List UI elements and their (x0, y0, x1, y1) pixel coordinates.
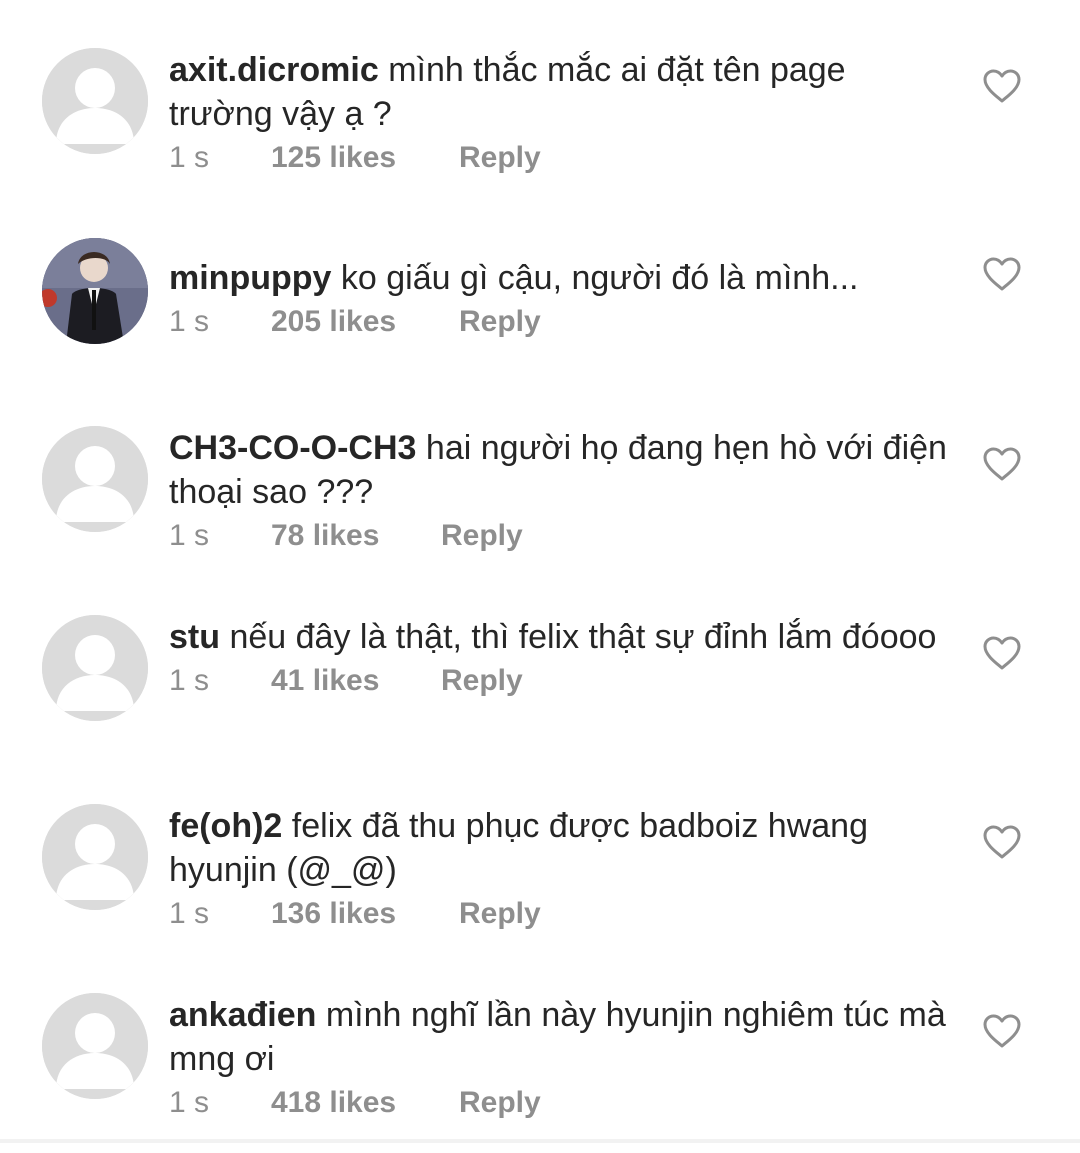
reply-button[interactable]: Reply (441, 516, 523, 556)
comment-item: axit.dicromic mình thắc mắc ai đặt tên p… (0, 48, 1080, 208)
comment-likes[interactable]: 41 likes (271, 661, 441, 701)
avatar[interactable] (42, 48, 148, 154)
profile-photo (42, 238, 148, 344)
comment-meta: 1 s 136 likes Reply (169, 894, 949, 934)
comment-username[interactable]: stu (169, 618, 220, 656)
comment-text-line: CH3-CO-O-CH3 hai người họ đang hẹn hò vớ… (169, 426, 949, 514)
heart-outline-icon[interactable] (982, 256, 1022, 292)
user-silhouette-icon (42, 48, 148, 154)
comment-text-line: ankađien mình nghĩ lần này hyunjin nghiê… (169, 993, 949, 1081)
comment-username[interactable]: ankađien (169, 996, 316, 1034)
reply-button[interactable]: Reply (459, 138, 541, 178)
comment-time: 1 s (169, 141, 210, 174)
comment-body: minpuppy ko giấu gì cậu, người đó là mìn… (169, 256, 949, 342)
comment-body: fe(oh)2 felix đã thu phục được badboiz h… (169, 804, 949, 934)
comment-time: 1 s (169, 305, 210, 338)
comment-body: ankađien mình nghĩ lần này hyunjin nghiê… (169, 993, 949, 1123)
avatar[interactable] (42, 615, 148, 721)
comment-meta: 1 s 418 likes Reply (169, 1083, 949, 1123)
comment-username[interactable]: fe(oh)2 (169, 807, 282, 845)
reply-button[interactable]: Reply (459, 894, 541, 934)
comment-username[interactable]: minpuppy (169, 259, 331, 297)
comment-likes[interactable]: 125 likes (271, 138, 459, 178)
comment-username[interactable]: CH3-CO-O-CH3 (169, 429, 416, 467)
bottom-divider (0, 1139, 1080, 1143)
comment-likes[interactable]: 205 likes (271, 302, 459, 342)
comment-text-line: stu nếu đây là thật, thì felix thật sự đ… (169, 615, 949, 659)
avatar[interactable] (42, 238, 148, 344)
comment-body: stu nếu đây là thật, thì felix thật sự đ… (169, 615, 949, 701)
heart-outline-icon[interactable] (982, 1013, 1022, 1049)
comment-body: CH3-CO-O-CH3 hai người họ đang hẹn hò vớ… (169, 426, 949, 556)
comment-item: fe(oh)2 felix đã thu phục được badboiz h… (0, 804, 1080, 964)
comment-item: minpuppy ko giấu gì cậu, người đó là mìn… (0, 238, 1080, 398)
comment-username[interactable]: axit.dicromic (169, 51, 379, 89)
user-silhouette-icon (42, 804, 148, 910)
comment-time: 1 s (169, 897, 210, 930)
comment-likes[interactable]: 418 likes (271, 1083, 459, 1123)
comment-time: 1 s (169, 519, 210, 552)
heart-outline-icon[interactable] (982, 635, 1022, 671)
comment-meta: 1 s 205 likes Reply (169, 302, 949, 342)
heart-outline-icon[interactable] (982, 446, 1022, 482)
comment-item: stu nếu đây là thật, thì felix thật sự đ… (0, 615, 1080, 775)
reply-button[interactable]: Reply (441, 661, 523, 701)
heart-outline-icon[interactable] (982, 68, 1022, 104)
comment-item: ankađien mình nghĩ lần này hyunjin nghiê… (0, 993, 1080, 1153)
reply-button[interactable]: Reply (459, 302, 541, 342)
comment-meta: 1 s 78 likes Reply (169, 516, 949, 556)
user-silhouette-icon (42, 993, 148, 1099)
comment-text-line: fe(oh)2 felix đã thu phục được badboiz h… (169, 804, 949, 892)
user-silhouette-icon (42, 426, 148, 532)
comment-text: nếu đây là thật, thì felix thật sự đỉnh … (229, 618, 937, 656)
comment-likes[interactable]: 78 likes (271, 516, 441, 556)
avatar[interactable] (42, 804, 148, 910)
comment-meta: 1 s 41 likes Reply (169, 661, 949, 701)
comment-text-line: axit.dicromic mình thắc mắc ai đặt tên p… (169, 48, 949, 136)
comment-likes[interactable]: 136 likes (271, 894, 459, 934)
comment-time: 1 s (169, 664, 210, 697)
user-silhouette-icon (42, 615, 148, 721)
comment-meta: 1 s 125 likes Reply (169, 138, 949, 178)
heart-outline-icon[interactable] (982, 824, 1022, 860)
comment-text-line: minpuppy ko giấu gì cậu, người đó là mìn… (169, 256, 949, 300)
comment-item: CH3-CO-O-CH3 hai người họ đang hẹn hò vớ… (0, 426, 1080, 586)
comment-time: 1 s (169, 1086, 210, 1119)
comment-body: axit.dicromic mình thắc mắc ai đặt tên p… (169, 48, 949, 178)
comment-text: ko giấu gì cậu, người đó là mình... (340, 259, 859, 297)
avatar[interactable] (42, 993, 148, 1099)
reply-button[interactable]: Reply (459, 1083, 541, 1123)
avatar[interactable] (42, 426, 148, 532)
